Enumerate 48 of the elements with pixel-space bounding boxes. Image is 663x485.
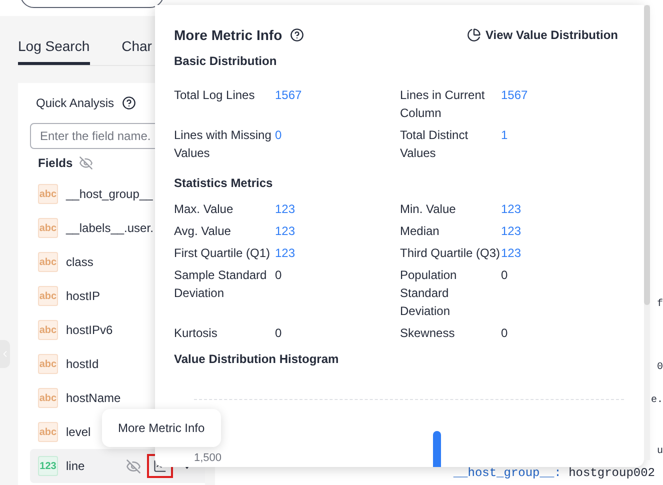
log-text: f xyxy=(656,299,663,312)
field-name: hostId xyxy=(66,357,99,371)
type-badge: 123 xyxy=(38,456,58,476)
tooltip: More Metric Info xyxy=(102,409,221,447)
field-name: hostName xyxy=(66,391,121,405)
metric-label: Population Standard Deviation xyxy=(400,267,458,320)
metric-label: Third Quartile (Q3) xyxy=(400,245,500,262)
metric-label: Max. Value xyxy=(174,201,234,218)
axis-tick-label: 1,500 xyxy=(194,452,222,464)
metric-label: Kurtosis xyxy=(174,325,218,342)
field-name: hostIPv6 xyxy=(66,323,113,337)
metric-label: Min. Value xyxy=(400,201,456,218)
metric-value: 0 xyxy=(275,267,282,284)
type-badge: abc xyxy=(38,388,58,408)
metric-label: Skewness xyxy=(400,325,455,342)
section-title: Value Distribution Histogram xyxy=(174,352,340,366)
log-text: u xyxy=(656,446,663,459)
metric-label: Sample Standard Deviation xyxy=(174,267,268,302)
type-badge: abc xyxy=(38,286,58,306)
metric-value: 0 xyxy=(275,325,282,342)
field-name: __host_group__ xyxy=(66,187,153,201)
type-badge: abc xyxy=(38,354,58,374)
panel-title: Quick Analysis xyxy=(36,96,114,110)
field-name: __labels__.user. xyxy=(66,221,154,235)
type-badge: abc xyxy=(38,252,58,272)
type-badge: abc xyxy=(38,422,58,442)
section-title: Basic Distribution xyxy=(174,54,278,70)
field-name: line xyxy=(66,459,85,473)
section-title: Statistics Metrics xyxy=(174,176,274,192)
type-badge: abc xyxy=(38,320,58,340)
field-name: hostIP xyxy=(66,289,100,303)
type-badge: abc xyxy=(38,184,58,204)
metric-label: Total Log Lines xyxy=(174,87,255,104)
metric-label: Median xyxy=(400,223,440,240)
metric-value: 0 xyxy=(501,325,508,342)
field-name: class xyxy=(66,255,94,269)
metric-value: 0 xyxy=(501,267,508,284)
metric-label: Avg. Value xyxy=(174,223,231,240)
metric-label: First Quartile (Q1) xyxy=(174,245,270,262)
type-badge: abc xyxy=(38,218,58,238)
log-text: e. xyxy=(650,395,663,408)
fields-label: Fields xyxy=(38,156,73,170)
popup-title: More Metric Info xyxy=(174,27,282,43)
field-name: level xyxy=(66,425,91,439)
log-text: 0 xyxy=(656,362,663,375)
log-line: __host_group__: hostgroup002 xyxy=(453,466,656,480)
metric-label: Lines in Current Column xyxy=(400,87,486,122)
metric-label: Total Distinct Values xyxy=(400,127,470,162)
